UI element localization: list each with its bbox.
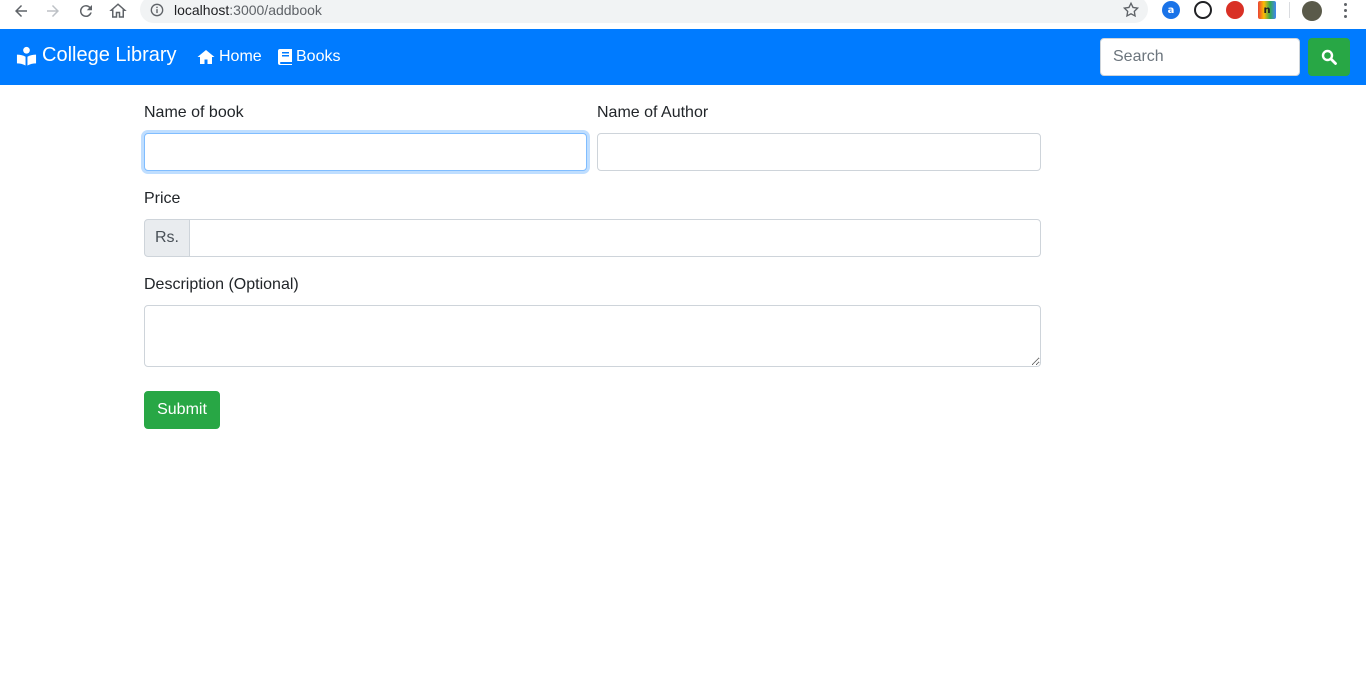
submit-button[interactable]: Submit (144, 391, 220, 429)
extension-hand-icon[interactable] (1226, 1, 1244, 19)
brand-link[interactable]: College Library (16, 44, 177, 67)
price-input[interactable] (189, 219, 1041, 257)
search-button[interactable] (1308, 38, 1350, 76)
search-input[interactable] (1100, 38, 1300, 76)
home-page-icon[interactable] (107, 0, 129, 22)
price-label: Price (144, 190, 181, 207)
url-text: localhost:3000/addbook (174, 2, 322, 18)
description-label: Description (Optional) (144, 276, 299, 293)
extension-n-icon[interactable]: n (1258, 1, 1276, 19)
forward-icon[interactable] (42, 0, 64, 22)
browser-toolbar: localhost:3000/addbook a n (0, 0, 1366, 29)
price-currency-prefix: Rs. (144, 219, 190, 257)
nav-books-link[interactable]: Books (278, 48, 340, 66)
back-icon[interactable] (10, 0, 32, 22)
browser-menu-icon[interactable] (1340, 1, 1350, 19)
extension-a-icon[interactable]: a (1162, 1, 1180, 19)
home-icon (197, 50, 215, 64)
extension-loop-icon[interactable] (1194, 1, 1212, 19)
brand-title: College Library (42, 44, 177, 66)
description-textarea[interactable] (144, 305, 1041, 367)
toolbar-separator (1289, 2, 1290, 18)
search-icon (1321, 49, 1337, 65)
nav-home-label: Home (219, 48, 262, 65)
reload-icon[interactable] (75, 0, 97, 22)
address-bar[interactable]: localhost:3000/addbook (140, 0, 1148, 23)
info-icon[interactable] (150, 3, 164, 17)
author-name-label: Name of Author (597, 104, 709, 121)
reader-icon (16, 46, 37, 66)
nav-home-link[interactable]: Home (197, 48, 262, 66)
profile-avatar[interactable] (1302, 1, 1322, 21)
bookmark-star-icon[interactable] (1122, 1, 1140, 19)
author-name-input[interactable] (597, 133, 1041, 171)
book-name-label: Name of book (144, 104, 244, 121)
app-navbar: College Library Home Books (0, 29, 1366, 85)
nav-books-label: Books (296, 48, 341, 65)
book-icon (278, 49, 292, 65)
book-name-input[interactable] (144, 133, 587, 171)
